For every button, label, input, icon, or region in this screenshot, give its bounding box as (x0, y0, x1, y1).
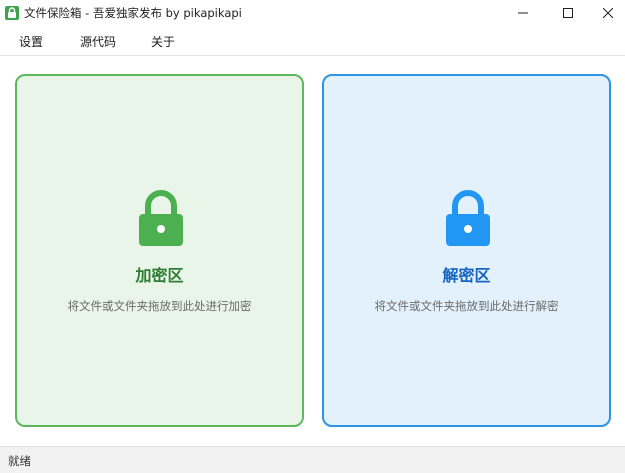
decrypt-drop-zone[interactable]: 解密区 将文件或文件夹拖放到此处进行解密 (322, 74, 611, 427)
main-area: 加密区 将文件或文件夹拖放到此处进行加密 解密区 将文件或文件夹拖放到此处进行解… (0, 57, 625, 446)
title-bar[interactable]: 文件保险箱 - 吾爱独家发布 by pikapikapi (0, 0, 625, 26)
encrypt-zone-hint: 将文件或文件夹拖放到此处进行加密 (67, 299, 252, 313)
encrypt-zone-title: 加密区 (135, 266, 184, 285)
app-lock-icon (5, 6, 19, 20)
lock-icon (446, 190, 490, 246)
menu-item-about[interactable]: 关于 (151, 33, 175, 50)
decrypt-zone-hint: 将文件或文件夹拖放到此处进行解密 (374, 299, 559, 313)
status-bar: 就绪 (0, 446, 625, 473)
menu-item-source-code[interactable]: 源代码 (80, 33, 116, 50)
window-title: 文件保险箱 - 吾爱独家发布 by pikapikapi (24, 6, 242, 20)
menu-item-settings[interactable]: 设置 (19, 33, 43, 50)
lock-icon (139, 190, 183, 246)
menu-bar: 设置 源代码 关于 (0, 26, 625, 56)
minimize-icon (518, 12, 528, 14)
maximize-icon (563, 8, 573, 18)
minimize-button[interactable] (500, 0, 546, 26)
encrypt-drop-zone[interactable]: 加密区 将文件或文件夹拖放到此处进行加密 (15, 74, 304, 427)
close-icon (603, 8, 613, 18)
status-text: 就绪 (8, 454, 31, 468)
decrypt-zone-title: 解密区 (442, 266, 491, 285)
close-button[interactable] (585, 0, 625, 26)
